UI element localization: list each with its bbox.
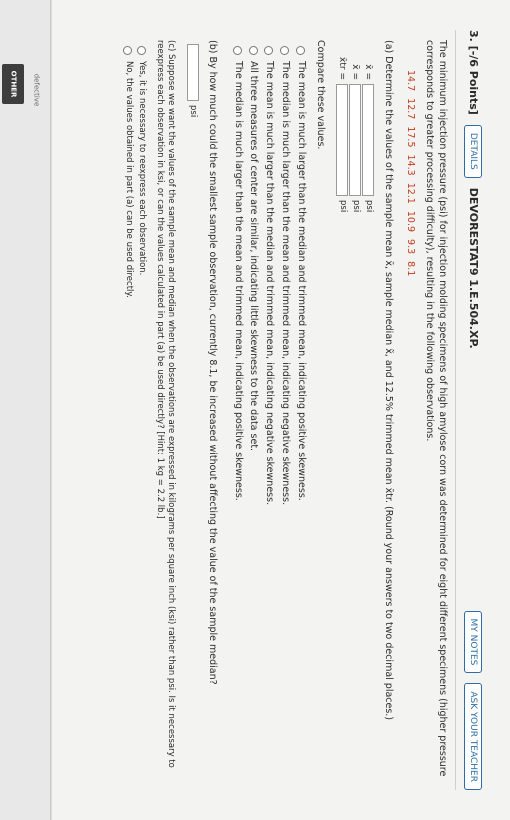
option-label: No, the values obtained in part (a) can …	[123, 61, 134, 298]
sidebar-text-label: defective	[32, 73, 41, 107]
question-page: 3. [-/6 Points] DETAILS DEVORESTAT9 1.E.…	[52, 0, 510, 820]
option-c1[interactable]: Yes, it is necessary to reexpress each o…	[136, 46, 147, 780]
my-notes-button[interactable]: MY NOTES	[463, 610, 483, 674]
trimmed-mean-unit: psi	[337, 200, 348, 213]
question-body: The minimum injection pressure (psi) for…	[120, 40, 448, 780]
part-a-prompt: (a) Determine the values of the sample m…	[382, 40, 394, 721]
median-label: x̃ =	[350, 64, 361, 80]
option-label: The mean is much larger than the median …	[264, 61, 276, 506]
radio-button[interactable]	[232, 46, 242, 55]
ask-teacher-button[interactable]: ASK YOUR TEACHER	[463, 683, 483, 790]
part-b-input[interactable]	[186, 44, 199, 101]
radio-button[interactable]	[136, 46, 146, 55]
question-content: 3. [-/6 Points] DETAILS DEVORESTAT9 1.E.…	[70, 0, 510, 800]
radio-button[interactable]	[280, 46, 290, 55]
mean-label: x̄ =	[363, 64, 374, 80]
option-label: Yes, it is necessary to reexpress each o…	[137, 61, 148, 276]
median-unit: psi	[350, 200, 361, 213]
part-b-prompt: (b) By how much could the smallest sampl…	[206, 40, 218, 685]
part-b-unit: psi	[188, 105, 199, 118]
field-row-mean: x̄ = psi	[362, 40, 375, 780]
mean-input[interactable]	[362, 84, 375, 196]
mean-unit: psi	[363, 200, 374, 213]
compare-label: Compare these values.	[314, 40, 326, 150]
radio-button[interactable]	[248, 46, 258, 55]
median-input[interactable]	[349, 84, 362, 196]
option-a2[interactable]: The median is much larger than the mean …	[278, 46, 291, 780]
trimmed-mean-input[interactable]	[336, 84, 349, 196]
sidebar-text: defective	[28, 60, 44, 120]
radio-button[interactable]	[264, 46, 274, 55]
trimmed-mean-label: x̄tr =	[337, 57, 348, 80]
radio-button[interactable]	[296, 46, 306, 55]
field-row-part-b: psi	[186, 40, 199, 780]
field-row-trimmed: x̄tr = psi	[336, 40, 349, 780]
option-c2[interactable]: No, the values obtained in part (a) can …	[122, 46, 134, 780]
sidebar-tab-label: OTHER	[9, 70, 18, 98]
question-header: 3. [-/6 Points] DETAILS DEVORESTAT9 1.E.…	[455, 30, 490, 790]
option-a4[interactable]: All three measures of center are similar…	[247, 46, 260, 780]
field-row-median: x̃ = psi	[349, 40, 362, 780]
question-number: 3. [-/6 Points]	[467, 30, 481, 115]
option-a5[interactable]: The median is much larger than the mean …	[231, 46, 244, 780]
sidebar-tab-other[interactable]: OTHER	[2, 64, 24, 104]
option-label: All three measures of center are similar…	[248, 61, 260, 452]
option-a3[interactable]: The mean is much larger than the median …	[263, 46, 276, 780]
option-label: The mean is much larger than the median …	[295, 61, 307, 501]
intro-text: The minimum injection pressure (psi) for…	[424, 40, 448, 777]
option-label: The median is much larger than the mean …	[232, 61, 244, 501]
observations: 14.7 12.7 17.5 14.3 12.1 10.9 9.3 8.1	[405, 70, 417, 277]
left-sidebar: OTHER defective	[0, 0, 51, 820]
part-c-prompt: (c) Suppose we want the values of the sa…	[154, 40, 177, 768]
radio-button[interactable]	[123, 46, 133, 55]
option-label: The median is much larger than the mean …	[280, 61, 292, 506]
question-id: DEVORESTAT9 1.E.504.XP.	[467, 187, 481, 349]
details-button[interactable]: DETAILS	[463, 124, 483, 178]
option-a1[interactable]: The mean is much larger than the median …	[294, 46, 307, 780]
